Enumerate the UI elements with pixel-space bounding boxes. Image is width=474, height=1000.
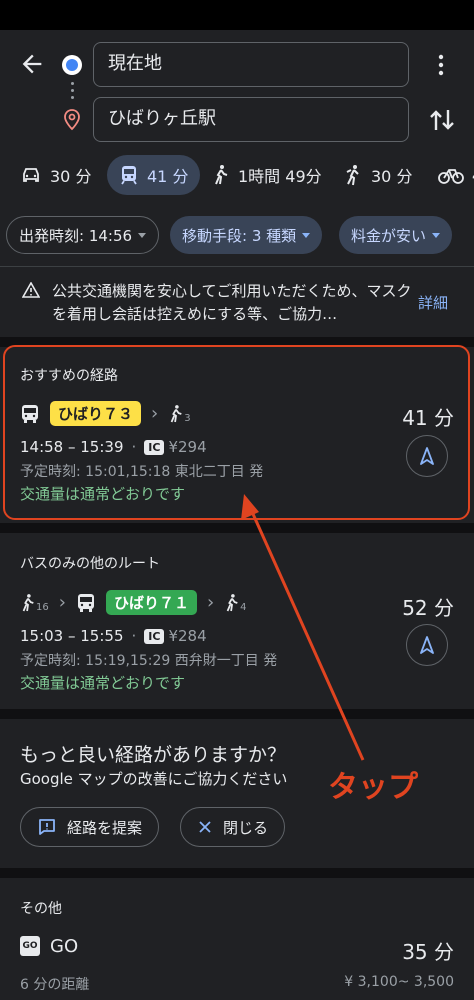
annotation-arrow xyxy=(241,494,365,761)
section-separator xyxy=(0,868,474,878)
go-price: ¥ 3,100~ 3,500 xyxy=(344,974,454,990)
go-duration: 35 分 xyxy=(402,940,454,964)
go-distance: 6 分の距離 xyxy=(20,977,90,993)
other-title: その他 xyxy=(20,901,62,917)
go-service-name[interactable]: GO xyxy=(50,936,78,957)
go-logo-icon: GO xyxy=(20,936,40,956)
tap-annotation-label: タップ xyxy=(328,770,418,805)
